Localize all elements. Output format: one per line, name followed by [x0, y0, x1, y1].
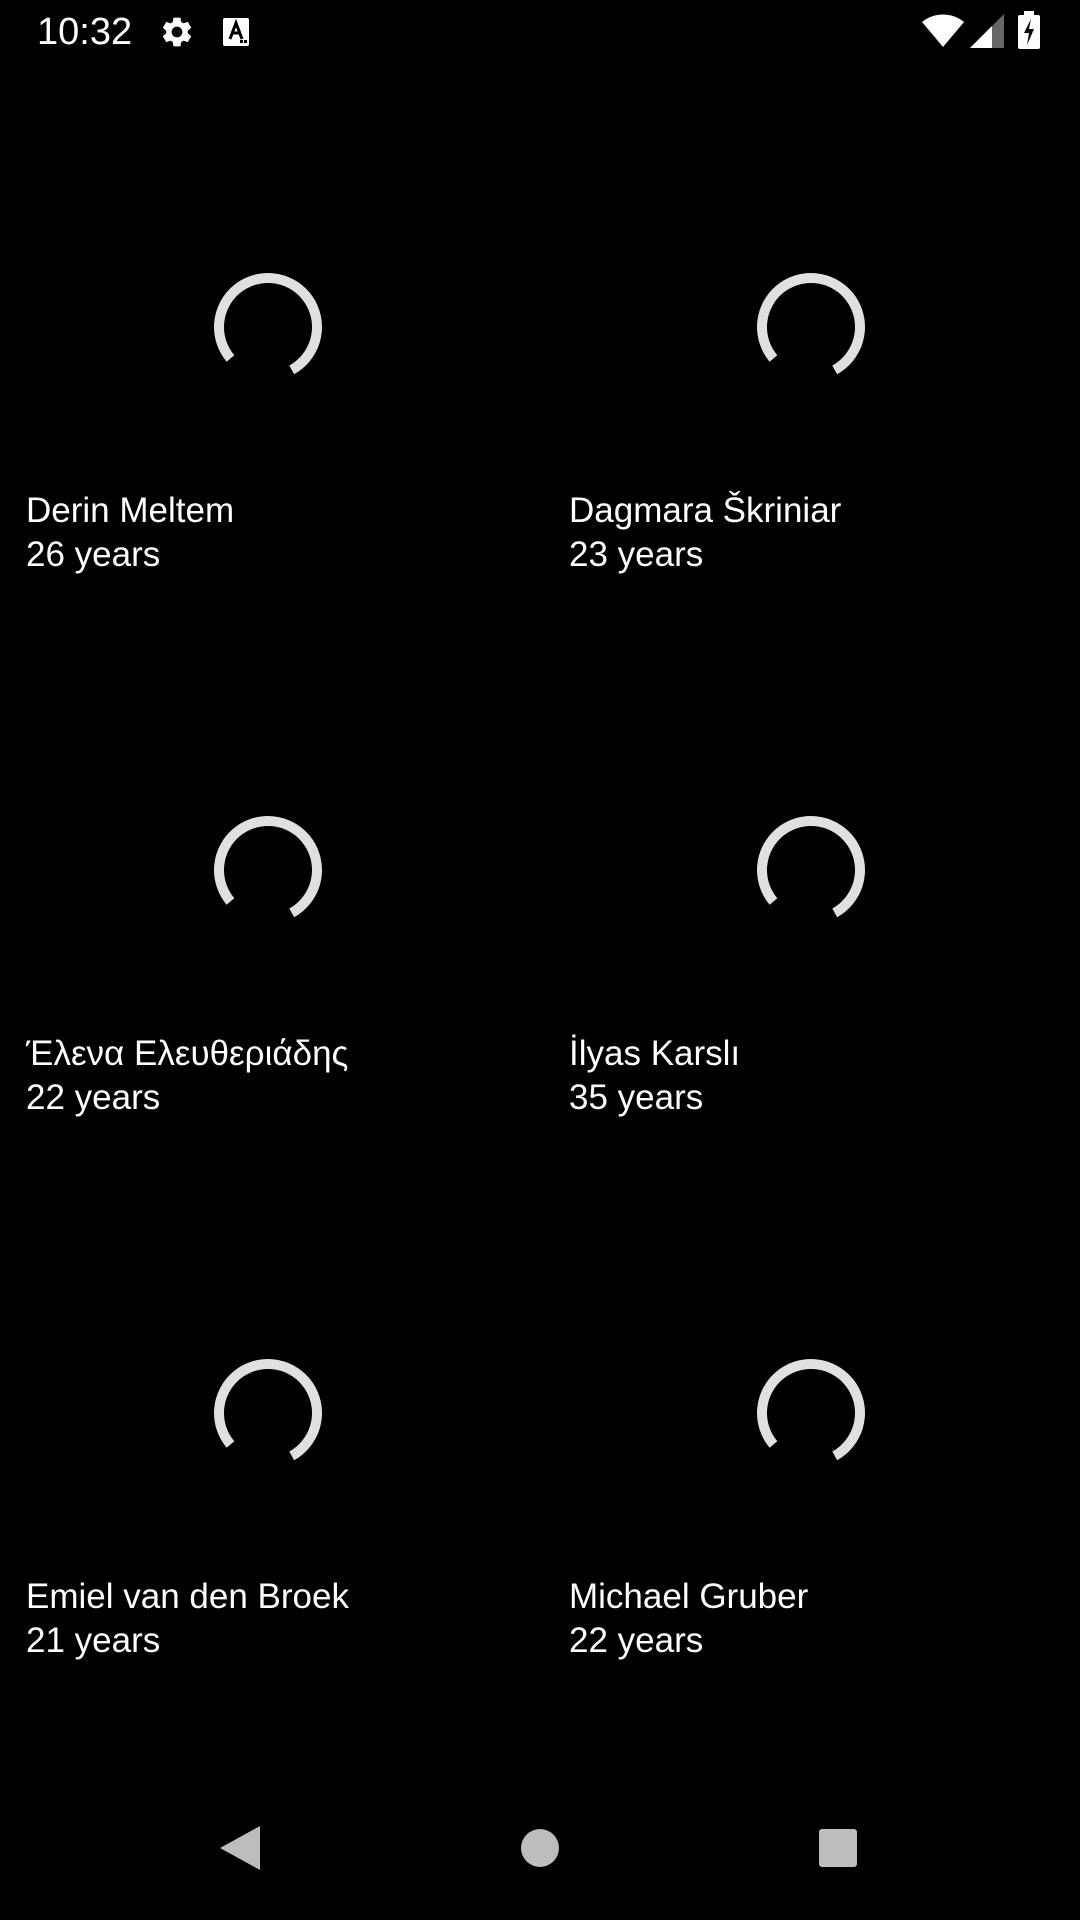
person-name: İlyas Karslı — [569, 1034, 741, 1073]
back-button[interactable] — [192, 1800, 288, 1896]
person-age: 22 years — [569, 1621, 704, 1660]
person-card[interactable]: Έλενα Ελευθεριάδης 22 years — [0, 606, 540, 1149]
loading-spinner-icon — [757, 273, 865, 382]
loading-spinner-icon — [214, 1359, 322, 1467]
loading-spinner-icon — [757, 1359, 865, 1467]
navigation-bar — [0, 1776, 1080, 1920]
status-time: 10:32 — [37, 11, 133, 53]
recents-icon — [819, 1829, 857, 1867]
person-name: Derin Meltem — [26, 491, 235, 530]
wifi-icon — [922, 14, 964, 47]
person-name: Έλενα Ελευθεριάδης — [26, 1034, 349, 1073]
person-age: 35 years — [569, 1078, 704, 1117]
person-card[interactable]: Michael Gruber 22 years — [543, 1149, 1080, 1692]
person-card[interactable]: Dagmara Škriniar 23 years — [543, 63, 1080, 606]
status-bar: 10:32 — [0, 0, 1080, 63]
person-card[interactable]: Derin Meltem 26 years — [0, 63, 540, 606]
person-name: Michael Gruber — [569, 1577, 809, 1616]
signal-icon — [970, 14, 1004, 48]
recents-button[interactable] — [790, 1800, 886, 1896]
loading-spinner-icon — [214, 816, 322, 924]
home-button[interactable] — [492, 1800, 588, 1896]
loading-spinner-icon — [757, 816, 865, 924]
person-name: Emiel van den Broek — [26, 1577, 349, 1616]
gear-icon — [162, 17, 192, 47]
person-age: 23 years — [569, 535, 704, 574]
person-name: Dagmara Škriniar — [569, 491, 842, 530]
loading-spinner-icon — [214, 273, 322, 382]
person-card[interactable]: Emiel van den Broek 21 years — [0, 1149, 540, 1692]
person-age: 22 years — [26, 1078, 161, 1117]
text-a-icon — [223, 18, 249, 46]
person-age: 21 years — [26, 1621, 161, 1660]
battery-charging-icon — [1018, 11, 1040, 49]
person-card[interactable]: İlyas Karslı 35 years — [543, 606, 1080, 1149]
home-icon — [521, 1829, 559, 1867]
person-age: 26 years — [26, 535, 161, 574]
back-icon — [220, 1826, 260, 1870]
